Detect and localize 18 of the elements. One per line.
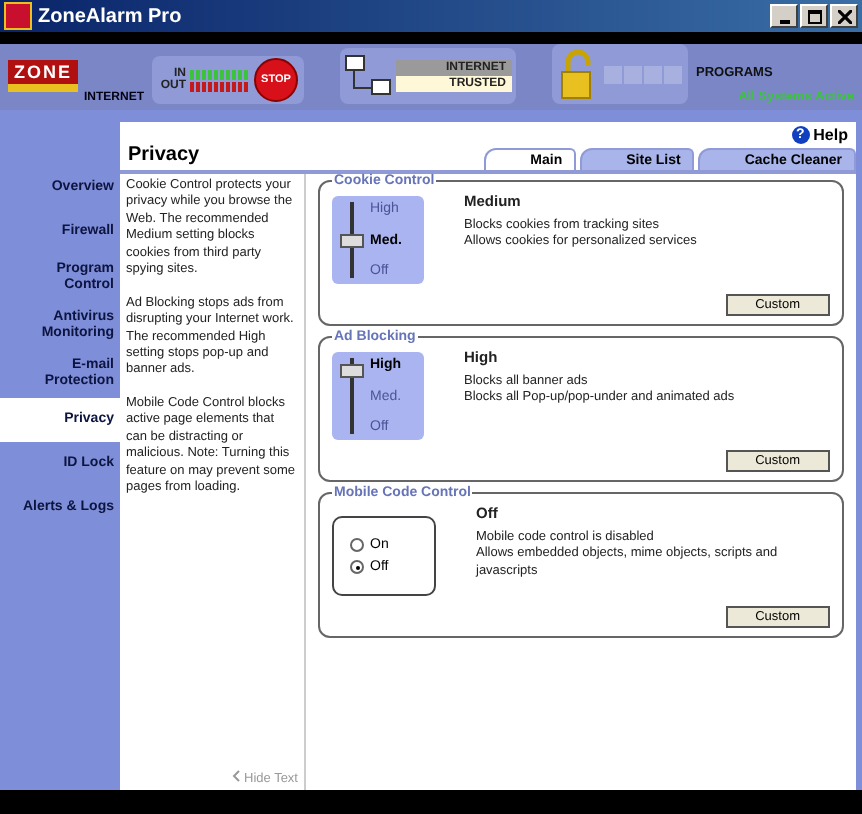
maximize-icon [807, 9, 821, 23]
app-icon [4, 2, 32, 30]
out-meter [190, 81, 250, 91]
page-title: Privacy [128, 144, 202, 170]
program-slots [604, 65, 682, 83]
radio-button[interactable] [350, 538, 364, 552]
maximize-button[interactable] [800, 4, 828, 28]
radio-button[interactable] [350, 560, 364, 574]
slider-thumb[interactable] [340, 234, 364, 248]
close-button[interactable] [830, 4, 858, 28]
logo: ZONE [8, 60, 79, 92]
minimize-button[interactable] [770, 4, 798, 28]
slider-thumb[interactable] [340, 364, 364, 378]
network-icon [344, 52, 392, 100]
window-title: ZoneAlarm Pro [38, 5, 184, 27]
close-icon [837, 9, 851, 23]
in-meter [190, 69, 250, 79]
chevron-left-icon [232, 770, 241, 782]
